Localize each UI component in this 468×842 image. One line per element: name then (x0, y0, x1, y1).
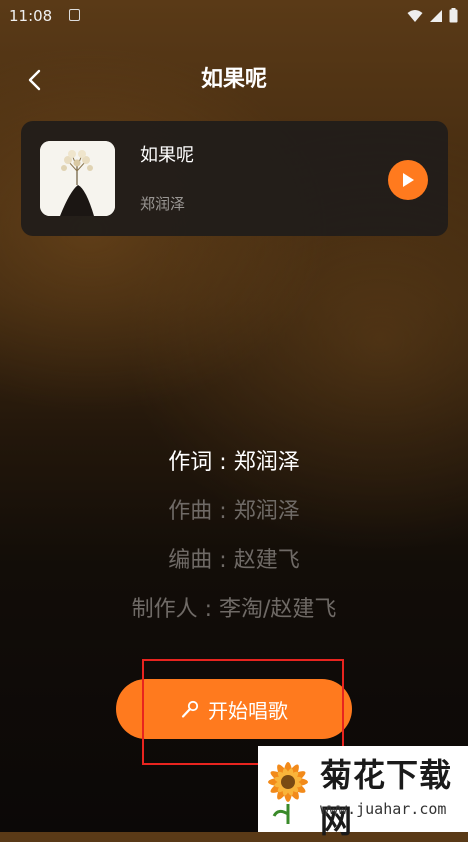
page-title: 如果呢 (200, 67, 267, 92)
song-title: 如果呢 (140, 145, 194, 166)
back-button[interactable] (18, 64, 50, 96)
song-card[interactable]: 如果呢 郑润泽 (21, 121, 448, 236)
play-icon (403, 173, 414, 187)
signal-icon (430, 9, 442, 22)
credit-lyricist: 作词 : 郑润泽 (168, 450, 300, 475)
credit-arranger: 编曲 : 赵建飞 (168, 548, 300, 573)
status-icons (407, 8, 458, 23)
notification-icon (69, 9, 80, 21)
song-credits: 作词 : 郑润泽 作曲 : 郑润泽 编曲 : 赵建飞 制作人 : 李淘/赵建飞 (0, 438, 468, 634)
chevron-left-icon (28, 69, 41, 91)
chrysanthemum-logo-icon (268, 762, 308, 824)
album-art-image (40, 141, 115, 216)
watermark-url: www.juahar.com (320, 800, 447, 818)
battery-icon (449, 8, 458, 23)
credit-composer: 作曲 : 郑润泽 (168, 499, 300, 524)
play-button[interactable] (388, 160, 428, 200)
watermark-logo: 菊花下载网 www.juahar.com (258, 746, 468, 840)
status-bar: 11:08 (0, 0, 468, 34)
song-artist: 郑润泽 (140, 195, 186, 213)
status-time: 11:08 (9, 7, 53, 25)
watermark-brand: 菊花下载网 (320, 756, 453, 840)
credit-producer: 制作人 : 李淘/赵建飞 (131, 597, 337, 622)
album-cover (40, 141, 115, 216)
wifi-icon (407, 9, 423, 22)
